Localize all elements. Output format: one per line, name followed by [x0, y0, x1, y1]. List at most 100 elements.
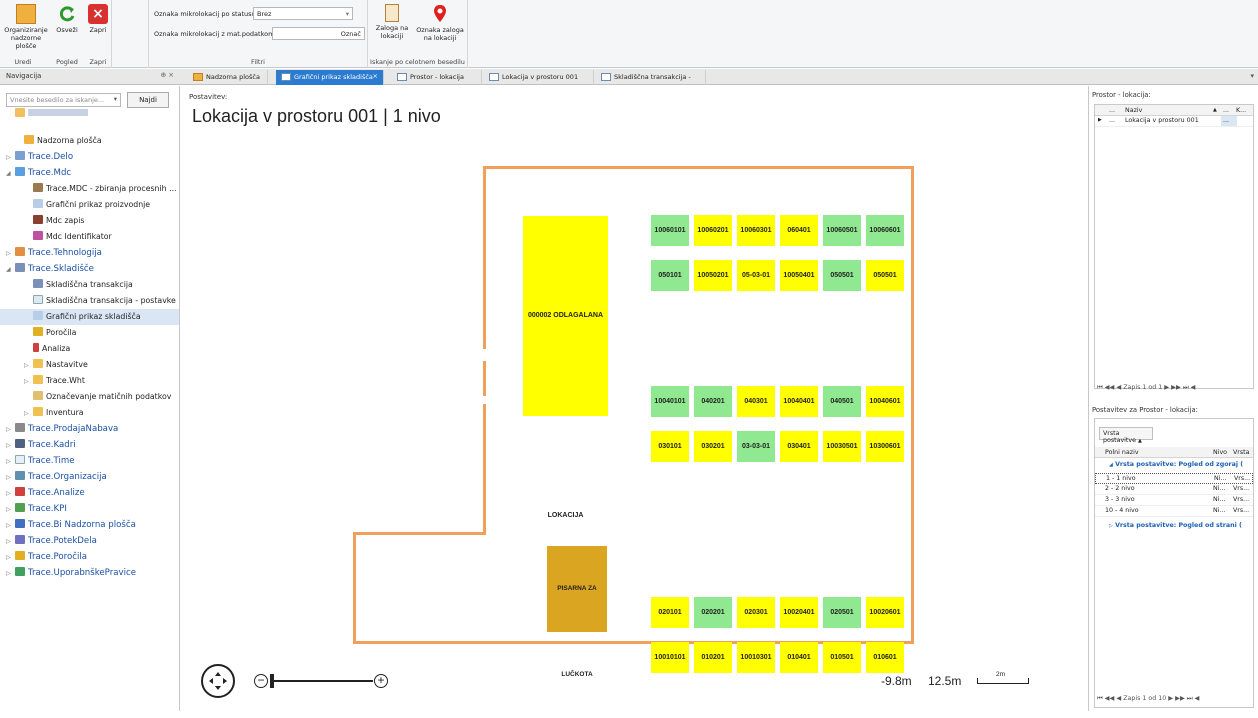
- tree-item-trace-kadri[interactable]: ▷ Trace.Kadri: [6, 437, 76, 453]
- warehouse-canvas[interactable]: Postavitev: Lokacija v prostoru 001 | 1 …: [181, 86, 1086, 711]
- tab-graficni-prikaz-skladisca[interactable]: Grafični prikaz skladišča ×: [276, 70, 384, 85]
- mark-button[interactable]: Označ: [341, 30, 361, 38]
- tree-item-analiza[interactable]: Analiza: [33, 341, 70, 357]
- tree-item-skladiscna-transakcija[interactable]: Skladiščna transakcija: [33, 277, 133, 293]
- group-row-side[interactable]: ▷ Vrsta postavitve: Pogled od strani (: [1109, 522, 1242, 529]
- location-cell[interactable]: 10020601: [866, 597, 904, 628]
- stock-at-location-button[interactable]: Zaloga na lokaciji: [372, 4, 412, 40]
- tree-item-trace-kpi[interactable]: ▷ Trace.KPI: [6, 501, 67, 517]
- status-filter-select[interactable]: Brez ▾: [253, 7, 353, 20]
- location-cell[interactable]: 10040101: [651, 386, 689, 417]
- location-cell[interactable]: 10020401: [780, 597, 818, 628]
- nav-search-input[interactable]: Vnesite besedilo za iskanje... ▾: [6, 93, 121, 107]
- location-cell[interactable]: 030101: [651, 431, 689, 462]
- group-by-button[interactable]: Vrsta postavitve ▲: [1099, 427, 1153, 444]
- tree-item-trace-wht[interactable]: ▷ Trace.Wht: [24, 373, 85, 389]
- pan-control[interactable]: [201, 664, 235, 698]
- tab-close-icon[interactable]: ×: [373, 72, 378, 80]
- mat-filter-input[interactable]: Označ: [272, 27, 365, 40]
- tree-item-trace-prodajanabava[interactable]: ▷ Trace.ProdajaNabava: [6, 421, 118, 437]
- location-cell[interactable]: 040501: [823, 386, 861, 417]
- location-cell[interactable]: 020501: [823, 597, 861, 628]
- location-cell[interactable]: 020301: [737, 597, 775, 628]
- location-cell[interactable]: 050501: [823, 260, 861, 291]
- tree-item-trace-potekdela[interactable]: ▷ Trace.PotekDela: [6, 533, 97, 549]
- table-row[interactable]: 10 - 4 nivo Ni... Vrs...: [1095, 506, 1253, 517]
- location-cell[interactable]: 010401: [780, 642, 818, 673]
- location-cell[interactable]: 10040401: [780, 386, 818, 417]
- location-cell[interactable]: 050501: [866, 260, 904, 291]
- refresh-button[interactable]: Osveži: [54, 4, 80, 34]
- mark-stock-button[interactable]: Oznaka zaloga na lokaciji: [416, 4, 464, 42]
- location-cell[interactable]: 10060301: [737, 215, 775, 246]
- tree-item-trace-delo[interactable]: ▷ Trace.Delo: [6, 149, 73, 165]
- tree-item-transakcija-postavke[interactable]: Skladiščna transakcija - postavke: [33, 293, 176, 309]
- tree-item-porocila[interactable]: Poročila: [33, 325, 76, 341]
- organize-dashboard-button[interactable]: Organiziranje nadzorne plošče: [4, 4, 48, 50]
- location-cell[interactable]: 10060201: [694, 215, 732, 246]
- tree-item-graficni-skladisca[interactable]: Grafični prikaz skladišča: [0, 309, 179, 325]
- location-cell[interactable]: 10050401: [780, 260, 818, 291]
- location-cell[interactable]: 030401: [780, 431, 818, 462]
- zoom-slider-track[interactable]: [274, 680, 373, 682]
- location-cell[interactable]: 010201: [694, 642, 732, 673]
- tree-item-graficni-proizvodnje[interactable]: Grafični prikaz proizvodnje: [33, 197, 150, 213]
- pager-1[interactable]: ⏮ ◀◀ ◀ Zapis 1 od 1 ▶ ▶▶ ⏭ ◀: [1097, 384, 1195, 392]
- pin-close-icon[interactable]: ⊕ ×: [160, 71, 174, 79]
- tree-item-inventura[interactable]: ▷ Inventura: [24, 405, 84, 421]
- tree-item-mdc-identifikator[interactable]: Mdc Identifikator: [33, 229, 112, 245]
- tree-item-trace-bi[interactable]: ▷ Trace.Bi Nadzorna plošča: [6, 517, 136, 533]
- location-cell[interactable]: 050101: [651, 260, 689, 291]
- close-button[interactable]: × Zapri: [86, 4, 110, 34]
- office-block[interactable]: PISARNA ZA LUČKOTA: [547, 546, 607, 678]
- location-cell[interactable]: 10010101: [651, 642, 689, 673]
- location-cell[interactable]: 010501: [823, 642, 861, 673]
- location-cell[interactable]: 10010301: [737, 642, 775, 673]
- tree-item-nastavitve[interactable]: ▷ Nastavitve: [24, 357, 88, 373]
- table-row[interactable]: ▶ ... Lokacija v prostoru 001 ...: [1095, 116, 1253, 127]
- location-cell[interactable]: 020201: [694, 597, 732, 628]
- location-cell[interactable]: 03-03-01: [737, 431, 775, 462]
- tree-item-trace-mdc[interactable]: ◢ Trace.Mdc: [6, 165, 71, 181]
- col-k[interactable]: K...: [1236, 107, 1246, 114]
- location-cell[interactable]: 10060501: [823, 215, 861, 246]
- location-cell[interactable]: 040301: [737, 386, 775, 417]
- location-cell[interactable]: 10050201: [694, 260, 732, 291]
- location-cell[interactable]: 10060601: [866, 215, 904, 246]
- tree-item-mdc-zbiranja[interactable]: Trace.MDC - zbiranja procesnih ...: [33, 181, 177, 197]
- storage-block-odlagalna[interactable]: 000002 ODLAGALANA LOKACIJA: [523, 216, 608, 519]
- location-cell[interactable]: 010601: [866, 642, 904, 673]
- location-cell[interactable]: 10060101: [651, 215, 689, 246]
- tab-nadzorna-plosca[interactable]: Nadzorna plošča: [188, 70, 268, 85]
- tree-item-trace-organizacija[interactable]: ▷ Trace.Organizacija: [6, 469, 107, 485]
- chevron-down-icon[interactable]: ▾: [114, 95, 117, 103]
- tab-prostor-lokacija[interactable]: Prostor - lokacija: [392, 70, 482, 85]
- col-naziv[interactable]: Naziv: [1125, 107, 1142, 114]
- tree-item-trace-porocila[interactable]: ▷ Trace.Poročila: [6, 549, 87, 565]
- zoom-out-icon[interactable]: −: [254, 674, 268, 688]
- location-cell[interactable]: 030201: [694, 431, 732, 462]
- location-cell[interactable]: 060401: [780, 215, 818, 246]
- tree-item-mdc-zapis[interactable]: Mdc zapis: [33, 213, 85, 229]
- tree-item-trace-time[interactable]: ▷ Trace.Time: [6, 453, 75, 469]
- tree-item-trace-uporabniske[interactable]: ▷ Trace.UporabnškePravice: [6, 565, 136, 581]
- table-row[interactable]: 2 - 2 nivo Ni... Vrs...: [1095, 484, 1253, 495]
- tabs-dropdown-icon[interactable]: ▾: [1250, 72, 1254, 80]
- location-cell[interactable]: 10040601: [866, 386, 904, 417]
- tree-item-trace-analize[interactable]: ▷ Trace.Analize: [6, 485, 85, 501]
- location-cell[interactable]: 020101: [651, 597, 689, 628]
- find-button[interactable]: Najdi: [127, 92, 169, 108]
- table-row[interactable]: 1 - 1 nivo Ni... Vrs...: [1095, 473, 1253, 484]
- tree-item-oznacevanje[interactable]: Označevanje matičnih podatkov: [33, 389, 171, 405]
- pager-2[interactable]: ⏮ ◀◀ ◀ Zapis 1 od 10 ▶ ▶▶ ⏭ ◀: [1097, 695, 1199, 703]
- tree-item-trace-skladisce[interactable]: ◢ Trace.Skladišče: [6, 261, 94, 277]
- location-cell[interactable]: 05-03-01: [737, 260, 775, 291]
- tab-skladiscna-transakcija[interactable]: Skladiščna transakcija -: [596, 70, 706, 85]
- location-cell[interactable]: 040201: [694, 386, 732, 417]
- group-row-top[interactable]: ◢ Vrsta postavitve: Pogled od zgoraj (: [1109, 461, 1243, 468]
- tab-lokacija-v-prostoru[interactable]: Lokacija v prostoru 001: [484, 70, 594, 85]
- tree-item-trace-tehnologija[interactable]: ▷ Trace.Tehnologija: [6, 245, 102, 261]
- table-row[interactable]: 3 - 3 nivo Ni... Vrs...: [1095, 495, 1253, 506]
- location-cell[interactable]: 10030501: [823, 431, 861, 462]
- zoom-in-icon[interactable]: +: [374, 674, 388, 688]
